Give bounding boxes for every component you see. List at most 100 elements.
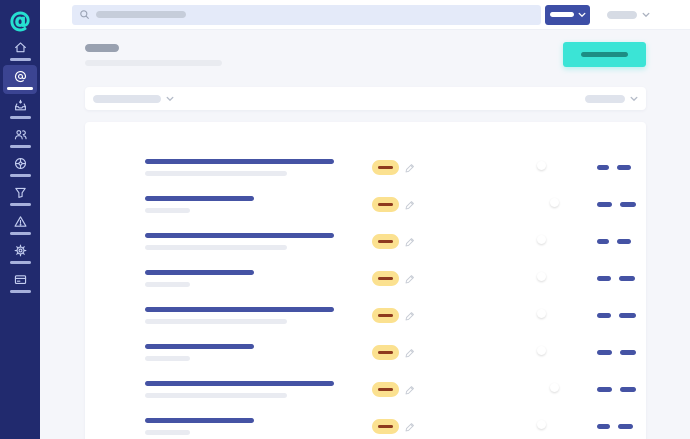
at-icon (13, 69, 28, 84)
row-actions (597, 350, 646, 355)
filter-dropdown-left[interactable] (93, 95, 174, 103)
chevron-down-icon (630, 96, 638, 102)
row-title-bar (145, 159, 334, 164)
sidebar-item-label-bar (10, 116, 31, 119)
card-icon (13, 272, 28, 287)
row-subtitle-bar (145, 171, 287, 176)
sidebar-item-filters[interactable] (0, 181, 40, 210)
sidebar-item-settings[interactable] (0, 239, 40, 268)
row-name-cell (145, 381, 365, 398)
sidebar-item-label-bar (10, 174, 31, 177)
row-title-bar (145, 418, 254, 423)
sidebar-item-label-bar (10, 203, 31, 206)
sidebar-item-label-bar (10, 232, 31, 235)
primary-dropdown-button[interactable] (545, 5, 590, 25)
row-badge-cell (372, 308, 423, 323)
action-bar[interactable] (618, 424, 633, 429)
status-badge (372, 197, 399, 212)
search-input[interactable] (72, 5, 541, 25)
action-bar[interactable] (597, 387, 612, 392)
sidebar-item-billing[interactable] (0, 268, 40, 297)
status-badge (372, 419, 399, 434)
edit-pencil-icon[interactable] (404, 384, 416, 396)
page-title-block (85, 44, 222, 66)
edit-pencil-icon[interactable] (404, 421, 416, 433)
sidebar-item-label-bar (7, 87, 33, 91)
table-row[interactable] (85, 371, 646, 408)
toggle-knob (537, 346, 546, 355)
action-bar[interactable] (597, 313, 611, 318)
status-badge (372, 234, 399, 249)
table-row[interactable] (85, 334, 646, 371)
page-header (85, 44, 646, 67)
dropdown-label-bar (93, 95, 161, 103)
row-name-cell (145, 196, 365, 213)
table-row[interactable] (85, 223, 646, 260)
sidebar-item-alerts[interactable] (0, 210, 40, 239)
sidebar-item-users[interactable] (0, 123, 40, 152)
alert-triangle-icon (13, 214, 28, 229)
action-bar[interactable] (597, 276, 611, 281)
sidebar-item-home[interactable] (0, 36, 40, 65)
row-subtitle-bar (145, 245, 287, 250)
chevron-down-icon (166, 96, 174, 102)
row-badge-cell (372, 345, 423, 360)
action-bar[interactable] (597, 165, 609, 170)
edit-pencil-icon[interactable] (404, 162, 416, 174)
filter-bar (85, 87, 646, 110)
action-bar[interactable] (597, 202, 612, 207)
action-bar[interactable] (619, 276, 635, 281)
sidebar-item-global[interactable] (0, 152, 40, 181)
row-name-cell (145, 159, 365, 176)
status-badge (372, 308, 399, 323)
badge-label-bar (378, 351, 393, 354)
sidebar-item-label-bar (10, 145, 31, 148)
edit-pencil-icon[interactable] (404, 199, 416, 211)
sidebar-item-inbox[interactable] (0, 94, 40, 123)
row-badge-cell (372, 419, 423, 434)
row-badge-cell (372, 271, 423, 286)
row-actions (597, 239, 646, 244)
edit-pencil-icon[interactable] (404, 236, 416, 248)
button-label-bar (550, 12, 574, 17)
action-bar[interactable] (620, 387, 636, 392)
table-row[interactable] (85, 260, 646, 297)
page-subtitle-bar (85, 60, 222, 66)
sidebar-item-label-bar (10, 261, 31, 264)
edit-pencil-icon[interactable] (404, 310, 416, 322)
primary-action-button[interactable] (563, 42, 646, 67)
row-name-cell (145, 233, 365, 250)
table-row[interactable] (85, 408, 646, 439)
filter-dropdown-right[interactable] (585, 95, 638, 103)
table-row[interactable] (85, 149, 646, 186)
action-bar[interactable] (617, 165, 631, 170)
sidebar-item-label-bar (10, 58, 31, 61)
topbar (40, 0, 690, 30)
row-title-bar (145, 381, 334, 386)
row-actions (597, 202, 646, 207)
action-bar[interactable] (620, 350, 636, 355)
action-bar[interactable] (597, 239, 609, 244)
gear-icon (13, 243, 28, 258)
badge-label-bar (378, 314, 393, 317)
action-bar[interactable] (597, 350, 612, 355)
svg-text:@: @ (9, 7, 30, 32)
user-menu-dropdown[interactable] (607, 11, 650, 19)
app-window: @ (0, 0, 690, 439)
action-bar[interactable] (620, 202, 636, 207)
row-title-bar (145, 233, 334, 238)
edit-pencil-icon[interactable] (404, 273, 416, 285)
sidebar-item-mentions[interactable] (3, 65, 37, 94)
table-row[interactable] (85, 186, 646, 223)
app-logo[interactable]: @ (0, 0, 40, 32)
action-bar[interactable] (619, 313, 636, 318)
toggle-knob (537, 309, 546, 318)
sidebar-item-label-bar (10, 290, 31, 293)
table-row[interactable] (85, 297, 646, 334)
action-bar[interactable] (617, 239, 631, 244)
row-title-bar (145, 270, 254, 275)
action-bar[interactable] (597, 424, 610, 429)
edit-pencil-icon[interactable] (404, 347, 416, 359)
badge-label-bar (378, 425, 393, 428)
row-subtitle-bar (145, 393, 287, 398)
